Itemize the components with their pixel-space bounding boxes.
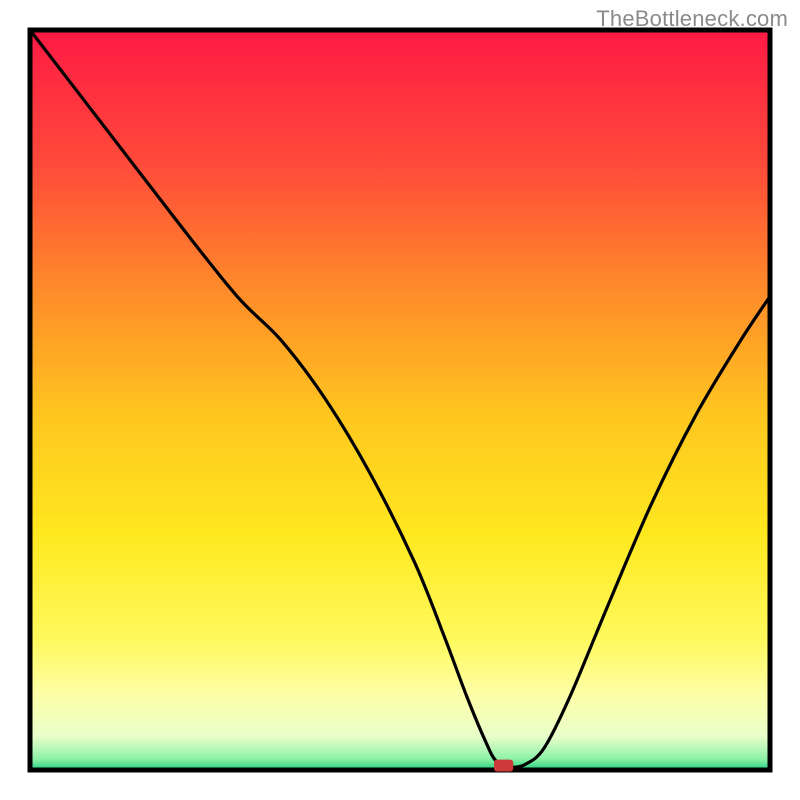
optimum-marker: [494, 760, 513, 772]
watermark-text: TheBottleneck.com: [596, 6, 788, 32]
gradient-background: [30, 30, 770, 770]
chart-container: TheBottleneck.com: [0, 0, 800, 800]
chart-svg: [0, 0, 800, 800]
